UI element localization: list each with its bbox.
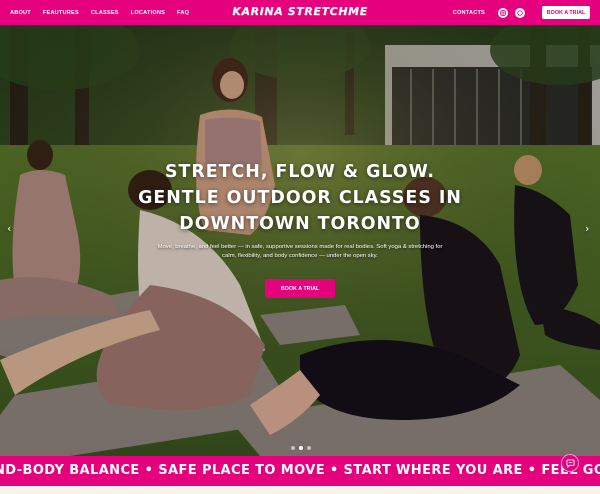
page-bottom-strip [0,486,600,494]
nav-link-classes[interactable]: CLASSES [91,10,119,16]
hero-headline: STRETCH, FLOW & GLOW. GENTLE OUTDOOR CLA… [0,159,600,237]
brand-logo[interactable]: KARINA STRETCHME [232,5,367,18]
top-navigation-bar: ABOUT FEAUTURES CLASSES LOCATIONS FAQ KA… [0,0,600,25]
hero-headline-line-2: GENTLE OUTDOOR CLASSES IN [138,188,462,208]
slider-dot-2[interactable] [299,446,303,450]
slider-prev-arrow-icon[interactable]: ‹ [7,222,11,235]
chat-button[interactable] [561,454,579,472]
book-trial-nav-button[interactable]: BOOK A TRIAL [542,6,590,19]
slider-next-arrow-icon[interactable]: › [585,222,589,235]
nav-link-locations[interactable]: LOCATIONS [131,10,165,16]
marquee-text: ND-BODY BALANCE • SAFE PLACE TO MOVE • S… [0,463,600,478]
nav-links: ABOUT FEAUTURES CLASSES LOCATIONS FAQ [10,10,189,16]
slider-pagination [291,446,311,450]
hero-background-photo [0,25,600,456]
hero-slider: STRETCH, FLOW & GLOW. GENTLE OUTDOOR CLA… [0,25,600,456]
nav-link-contacts[interactable]: CONTACTS [453,10,485,16]
nav-link-about[interactable]: ABOUT [10,10,31,16]
nav-right-group: CONTACTS BOOK A TRIAL [453,0,590,25]
hero-headline-line-3: DOWNTOWN TORONTO [179,214,421,234]
nav-link-features[interactable]: FEAUTURES [43,10,79,16]
instagram-icon[interactable] [498,7,508,18]
nav-link-faq[interactable]: FAQ [177,10,189,16]
benefits-marquee: ND-BODY BALANCE • SAFE PLACE TO MOVE • S… [0,456,600,486]
book-trial-hero-button[interactable]: BOOK A TRIAL [265,279,335,298]
whatsapp-icon[interactable] [515,7,525,18]
slider-dot-3[interactable] [307,446,311,450]
hero-headline-line-1: STRETCH, FLOW & GLOW. [165,162,435,182]
chat-bubble-icon [565,458,575,468]
slider-dot-1[interactable] [291,446,295,450]
hero-subtitle: Move, breathe, and feel better — in safe… [157,244,443,259]
